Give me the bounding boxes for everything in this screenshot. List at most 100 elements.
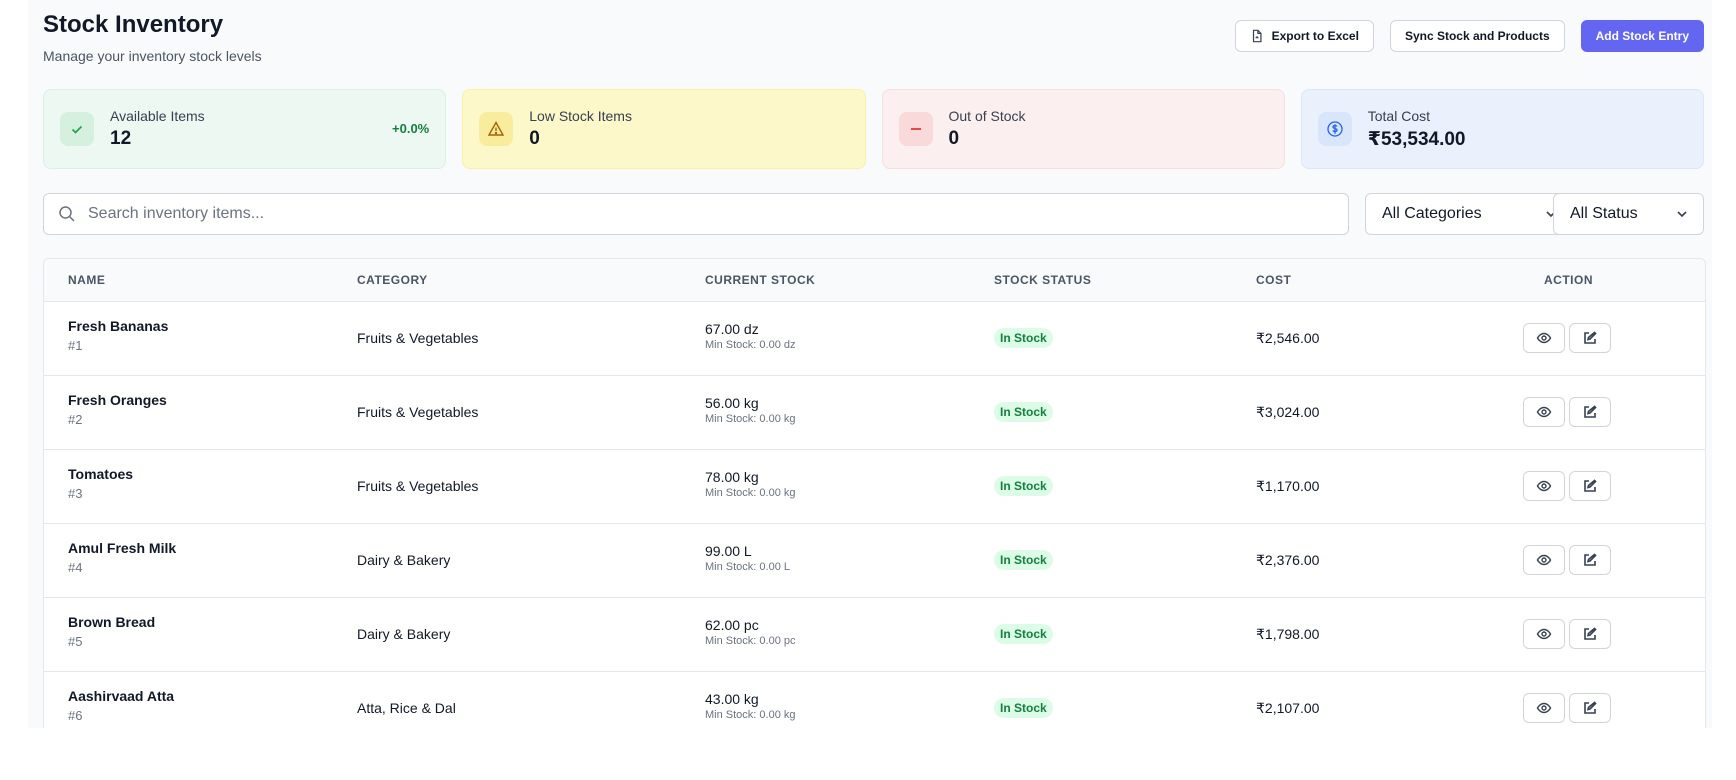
edit-button[interactable]	[1569, 619, 1611, 649]
item-current-stock: 43.00 kg	[705, 691, 759, 707]
total-cost-card: Total Cost ₹53,534.00	[1300, 89, 1704, 169]
view-button[interactable]	[1523, 545, 1565, 575]
category-select[interactable]: All Categories	[1365, 193, 1573, 235]
view-button[interactable]	[1523, 471, 1565, 501]
status-badge: In Stock	[994, 476, 1053, 496]
table-row[interactable]: Fresh Bananas #1 Fruits & Vegetables 67.…	[44, 302, 1705, 376]
item-name: Tomatoes	[68, 466, 134, 482]
summary-cards: Available Items 12 +0.0% Low Stock Items…	[43, 89, 1704, 169]
edit-button[interactable]	[1569, 545, 1611, 575]
item-name: Brown Bread	[68, 614, 156, 630]
status-select-value: All Status	[1570, 205, 1638, 222]
row-actions	[1523, 545, 1611, 575]
edit-icon	[1584, 479, 1597, 492]
item-min-stock: Min Stock: 0.00 kg	[705, 413, 796, 425]
search-icon	[59, 206, 75, 222]
item-current-stock: 67.00 dz	[705, 321, 759, 337]
item-stock-cell: 56.00 kg Min Stock: 0.00 kg	[705, 395, 796, 425]
export-excel-button[interactable]: Export to Excel	[1234, 20, 1374, 52]
item-name-cell: Tomatoes #3	[68, 466, 133, 501]
item-stock-cell: 78.00 kg Min Stock: 0.00 kg	[705, 469, 796, 499]
eye-icon	[1536, 554, 1552, 566]
item-min-stock: Min Stock: 0.00 L	[705, 561, 790, 573]
file-icon	[1252, 29, 1262, 43]
card-label: Total Cost	[1367, 107, 1430, 124]
item-cost: ₹3,024.00	[1256, 404, 1320, 420]
item-cost: ₹2,107.00	[1256, 700, 1320, 716]
category-select-value: All Categories	[1382, 205, 1482, 222]
item-min-stock: Min Stock: 0.00 dz	[705, 339, 796, 351]
eye-icon	[1536, 702, 1552, 714]
item-min-stock: Min Stock: 0.00 kg	[705, 709, 796, 721]
item-name: Fresh Bananas	[68, 318, 169, 334]
column-header-category[interactable]: CATEGORY	[357, 273, 428, 287]
view-button[interactable]	[1523, 693, 1565, 723]
item-stock-cell: 99.00 L Min Stock: 0.00 L	[705, 543, 790, 573]
edit-icon	[1584, 331, 1597, 344]
column-header-current-stock[interactable]: CURRENT STOCK	[705, 273, 815, 287]
column-header-stock-status[interactable]: STOCK STATUS	[994, 273, 1091, 287]
item-id: #2	[68, 412, 83, 427]
view-button[interactable]	[1523, 619, 1565, 649]
column-header-cost[interactable]: COST	[1256, 273, 1291, 287]
item-id: #6	[68, 708, 83, 723]
item-min-stock: Min Stock: 0.00 kg	[705, 487, 796, 499]
minus-icon	[898, 112, 933, 146]
card-label: Low Stock Items	[529, 108, 632, 124]
edit-button[interactable]	[1569, 693, 1611, 723]
sync-stock-button[interactable]: Sync Stock and Products	[1389, 20, 1565, 52]
item-category: Fruits & Vegetables	[357, 404, 479, 420]
item-name-cell: Brown Bread #5	[68, 614, 155, 649]
card-label: Out of Stock	[948, 108, 1026, 124]
item-name: Aashirvaad Atta	[68, 688, 175, 704]
item-min-stock: Min Stock: 0.00 pc	[705, 635, 796, 647]
edit-button[interactable]	[1569, 323, 1611, 353]
table-row[interactable]: Fresh Oranges #2 Fruits & Vegetables 56.…	[44, 376, 1705, 450]
row-actions	[1523, 323, 1611, 353]
item-current-stock: 62.00 pc	[705, 617, 759, 633]
item-name-cell: Amul Fresh Milk #4	[68, 540, 176, 575]
column-header-name[interactable]: NAME	[68, 273, 105, 287]
table-header: NAME CATEGORY CURRENT STOCK STOCK STATUS…	[44, 259, 1705, 302]
item-cost: ₹1,798.00	[1256, 626, 1320, 642]
table-row[interactable]: Aashirvaad Atta #6 Atta, Rice & Dal 43.0…	[44, 672, 1705, 728]
chevron-down-icon	[1677, 211, 1687, 218]
search-box[interactable]	[43, 193, 1349, 235]
item-name: Fresh Oranges	[68, 392, 167, 408]
edit-button[interactable]	[1569, 397, 1611, 427]
item-id: #1	[68, 338, 83, 353]
card-change: +0.0%	[392, 121, 430, 136]
view-button[interactable]	[1523, 397, 1565, 427]
status-badge: In Stock	[994, 550, 1053, 570]
search-input[interactable]	[86, 204, 1290, 224]
status-badge: In Stock	[994, 698, 1053, 718]
item-current-stock: 56.00 kg	[705, 395, 759, 411]
item-cost: ₹2,376.00	[1256, 552, 1320, 568]
sync-stock-label: Sync Stock and Products	[1404, 29, 1550, 43]
table-row[interactable]: Brown Bread #5 Dairy & Bakery 62.00 pc M…	[44, 598, 1705, 672]
item-stock-cell: 62.00 pc Min Stock: 0.00 pc	[705, 617, 796, 647]
table-row[interactable]: Amul Fresh Milk #4 Dairy & Bakery 99.00 …	[44, 524, 1705, 598]
card-value: 12	[110, 128, 132, 149]
item-name-cell: Fresh Oranges #2	[68, 392, 167, 427]
card-value: 0	[948, 128, 960, 149]
eye-icon	[1536, 480, 1552, 492]
status-badge: In Stock	[994, 328, 1053, 348]
row-actions	[1523, 619, 1611, 649]
item-id: #5	[68, 634, 83, 649]
status-select[interactable]: All Status	[1553, 193, 1704, 235]
out-of-stock-card: Out of Stock 0	[881, 89, 1285, 169]
edit-button[interactable]	[1569, 471, 1611, 501]
add-stock-entry-button[interactable]: Add Stock Entry	[1580, 20, 1704, 52]
filter-toolbar: All Categories All Status	[43, 193, 1704, 235]
status-badge: In Stock	[994, 624, 1053, 644]
table-row[interactable]: Tomatoes #3 Fruits & Vegetables 78.00 kg…	[44, 450, 1705, 524]
card-label: Available Items	[110, 108, 205, 124]
item-category: Fruits & Vegetables	[357, 478, 479, 494]
item-id: #3	[68, 486, 83, 501]
item-category: Dairy & Bakery	[357, 552, 451, 568]
edit-icon	[1584, 553, 1597, 566]
card-value: 0	[529, 128, 540, 149]
view-button[interactable]	[1523, 323, 1565, 353]
item-stock-cell: 67.00 dz Min Stock: 0.00 dz	[705, 321, 796, 351]
